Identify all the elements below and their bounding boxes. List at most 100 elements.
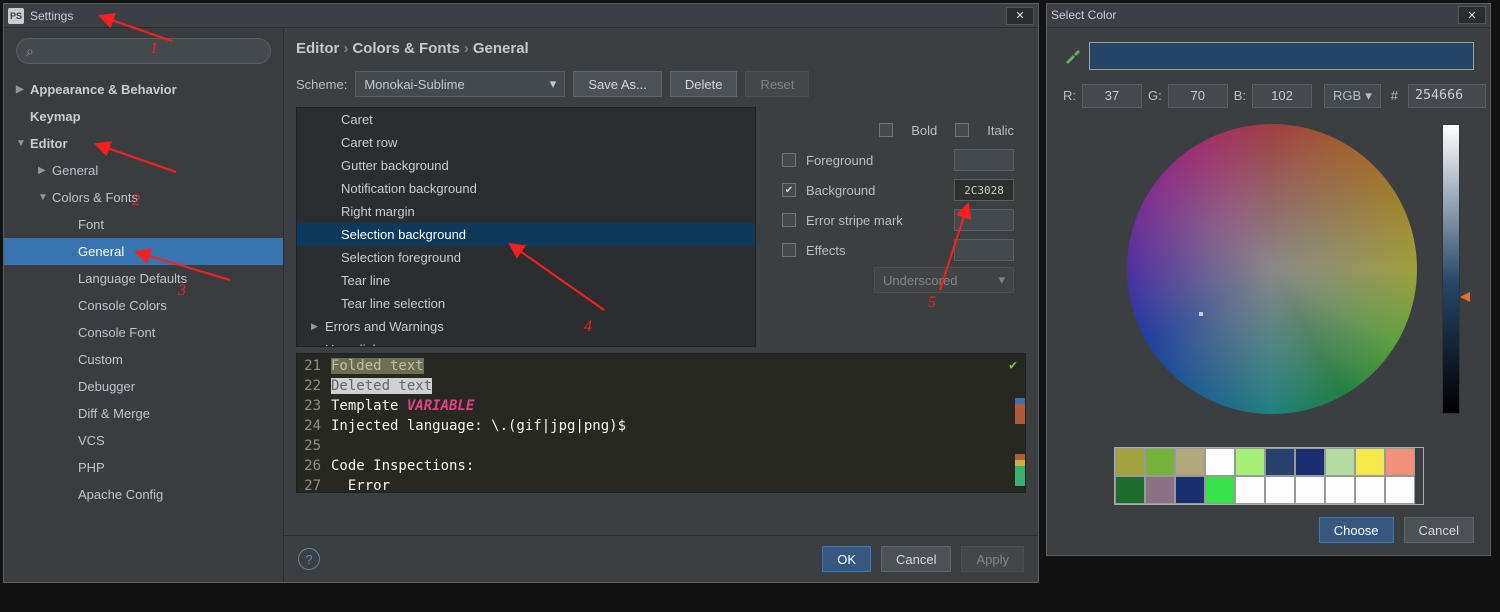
list-item[interactable]: Caret row [297, 131, 755, 154]
effects-label: Effects [806, 243, 944, 258]
sidebar-item-keymap[interactable]: Keymap [4, 103, 283, 130]
r-input[interactable] [1082, 84, 1142, 108]
chevron-down-icon: ▾ [1365, 88, 1372, 104]
g-input[interactable] [1168, 84, 1228, 108]
palette-cell[interactable] [1325, 448, 1355, 476]
color-dialog: Select Color ✕ R: G: B: RGB ▾ # Choose [1046, 3, 1491, 556]
palette-cell[interactable] [1355, 476, 1385, 504]
background-checkbox[interactable] [782, 183, 796, 197]
palette-cell[interactable] [1115, 448, 1145, 476]
chevron-down-icon: ▾ [998, 272, 1005, 288]
choose-button[interactable]: Choose [1319, 517, 1394, 543]
chevron-down-icon: ▾ [550, 76, 557, 92]
bold-label: Bold [911, 123, 937, 138]
phpstorm-icon: PS [8, 8, 24, 24]
apply-button[interactable]: Apply [961, 546, 1024, 572]
list-item[interactable]: Selection foreground [297, 246, 755, 269]
list-group[interactable]: ▶ Hyperlinks [297, 338, 755, 347]
attributes-panel: Bold Italic Foreground Background 2C3028 [768, 107, 1026, 347]
reset-button[interactable]: Reset [745, 71, 809, 97]
color-wheel[interactable] [1127, 124, 1417, 414]
wheel-cursor[interactable] [1199, 312, 1203, 316]
scheme-select[interactable]: Monokai-Sublime ▾ [355, 71, 565, 97]
sidebar-item-font[interactable]: Font [4, 211, 283, 238]
error-stripe-swatch[interactable] [954, 209, 1014, 231]
palette-cell[interactable] [1265, 476, 1295, 504]
sidebar-item-debugger[interactable]: Debugger [4, 373, 283, 400]
list-item-selection-bg[interactable]: Selection background [297, 223, 755, 246]
sidebar-item-php[interactable]: PHP [4, 454, 283, 481]
palette-cell[interactable] [1355, 448, 1385, 476]
cancel-button[interactable]: Cancel [1404, 517, 1474, 543]
effects-swatch[interactable] [954, 239, 1014, 261]
close-icon[interactable]: ✕ [1458, 6, 1486, 24]
sidebar-item-console-font[interactable]: Console Font [4, 319, 283, 346]
color-items-list[interactable]: Caret Caret row Gutter background Notifi… [296, 107, 756, 347]
list-item[interactable]: Gutter background [297, 154, 755, 177]
list-item[interactable]: Tear line [297, 269, 755, 292]
hex-input[interactable] [1408, 84, 1486, 108]
palette-cell[interactable] [1235, 448, 1265, 476]
cancel-button[interactable]: Cancel [881, 546, 951, 572]
settings-title: Settings [30, 9, 1006, 23]
save-as-button[interactable]: Save As... [573, 71, 662, 97]
palette-cell[interactable] [1325, 476, 1355, 504]
settings-tree[interactable]: Appearance & Behavior Keymap Editor Gene… [4, 72, 283, 582]
delete-button[interactable]: Delete [670, 71, 738, 97]
palette-cell[interactable] [1265, 448, 1295, 476]
b-input[interactable] [1252, 84, 1312, 108]
editor-gutter: 21 22 23 24 25 26 27 [297, 354, 327, 492]
color-titlebar[interactable]: Select Color ✕ [1047, 4, 1490, 28]
sidebar-item-general[interactable]: General [4, 238, 283, 265]
sidebar-item-console-colors[interactable]: Console Colors [4, 292, 283, 319]
palette-cell[interactable] [1385, 476, 1415, 504]
help-button[interactable]: ? [298, 548, 320, 570]
palette-cell[interactable] [1175, 476, 1205, 504]
background-swatch[interactable]: 2C3028 [954, 179, 1014, 201]
palette-cell[interactable] [1205, 448, 1235, 476]
foreground-checkbox[interactable] [782, 153, 796, 167]
italic-checkbox[interactable] [955, 123, 969, 137]
palette-cell[interactable] [1235, 476, 1265, 504]
effects-checkbox[interactable] [782, 243, 796, 257]
ok-button[interactable]: OK [822, 546, 871, 572]
foreground-swatch[interactable] [954, 149, 1014, 171]
palette-cell[interactable] [1175, 448, 1205, 476]
sidebar-item-general-group[interactable]: General [4, 157, 283, 184]
sidebar-item-colors-fonts[interactable]: Colors & Fonts [4, 184, 283, 211]
sidebar-item-language-defaults[interactable]: Language Defaults [4, 265, 283, 292]
sidebar-item-custom[interactable]: Custom [4, 346, 283, 373]
annotation-1: 1 [150, 40, 158, 58]
search-input[interactable] [16, 38, 271, 64]
list-item[interactable]: Caret [297, 108, 755, 131]
value-slider[interactable] [1442, 124, 1460, 414]
palette-cell[interactable] [1115, 476, 1145, 504]
value-handle[interactable] [1460, 290, 1470, 300]
color-mode-select[interactable]: RGB ▾ [1324, 84, 1381, 108]
palette-cell[interactable] [1295, 448, 1325, 476]
sidebar-item-vcs[interactable]: VCS [4, 427, 283, 454]
palette-cell[interactable] [1145, 448, 1175, 476]
close-icon[interactable]: ✕ [1006, 7, 1034, 25]
palette-cell[interactable] [1145, 476, 1175, 504]
error-stripe-checkbox[interactable] [782, 213, 796, 227]
list-item[interactable]: Notification background [297, 177, 755, 200]
palette-cell[interactable] [1385, 448, 1415, 476]
list-item[interactable]: Tear line selection [297, 292, 755, 315]
effects-type-select[interactable]: Underscored ▾ [874, 267, 1014, 293]
preview-editor[interactable]: 21 22 23 24 25 26 27 Folded text Deleted… [296, 353, 1026, 493]
palette-cell[interactable] [1295, 476, 1325, 504]
sidebar-item-editor[interactable]: Editor [4, 130, 283, 157]
settings-titlebar[interactable]: PS Settings ✕ [4, 4, 1038, 28]
sidebar-item-diff-merge[interactable]: Diff & Merge [4, 400, 283, 427]
pipette-icon[interactable] [1063, 47, 1081, 65]
list-item[interactable]: Right margin [297, 200, 755, 223]
list-group[interactable]: ▶ Errors and Warnings [297, 315, 755, 338]
sidebar-item-apache-config[interactable]: Apache Config [4, 481, 283, 508]
bold-checkbox[interactable] [879, 123, 893, 137]
foreground-label: Foreground [806, 153, 944, 168]
annotation-4: 4 [584, 318, 592, 336]
color-palette[interactable] [1114, 447, 1424, 505]
palette-cell[interactable] [1205, 476, 1235, 504]
sidebar-item-appearance[interactable]: Appearance & Behavior [4, 76, 283, 103]
